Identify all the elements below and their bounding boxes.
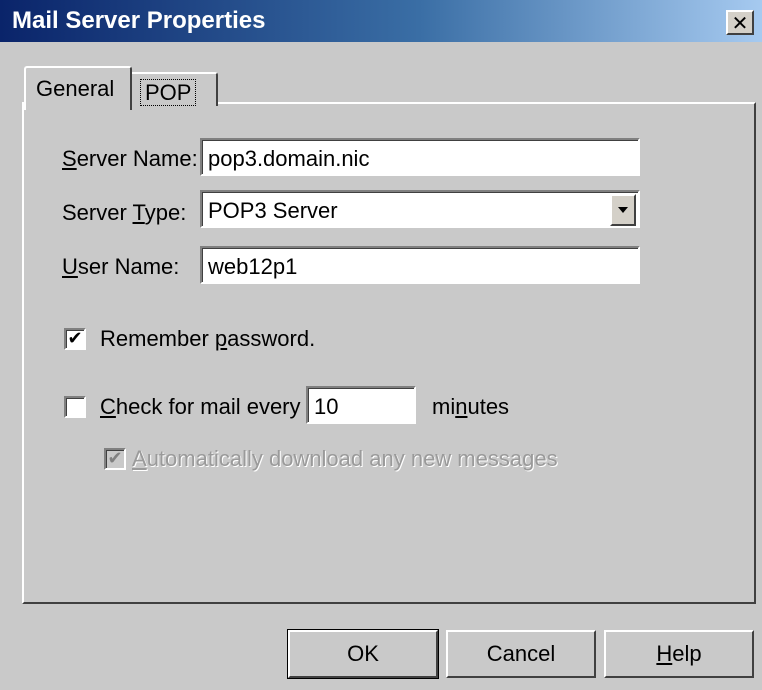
auto-download-checkbox: ✔ [104, 448, 126, 470]
user-name-field[interactable]: web12p1 [200, 246, 640, 284]
server-type-label: Server Type: [62, 200, 187, 225]
check-mail-label[interactable]: Check for mail every [100, 394, 301, 420]
mail-server-properties-dialog: Mail Server Properties ✕ General POP Ser… [0, 0, 762, 690]
minutes-label: minutes [432, 394, 510, 419]
server-name-field[interactable]: pop3.domain.nic [200, 138, 640, 176]
server-type-dropdown-button[interactable] [610, 194, 636, 226]
server-name-label: Server Name: [62, 146, 198, 171]
check-interval-field[interactable]: 10 [306, 386, 416, 424]
tab-pop[interactable]: POP [128, 72, 218, 106]
server-type-select[interactable]: POP3 Server [200, 190, 640, 228]
tab-general[interactable]: General [24, 66, 132, 110]
ok-button[interactable]: OK [287, 629, 439, 679]
tab-general-label: General [36, 76, 115, 101]
tab-pop-label: POP [140, 79, 197, 106]
help-button[interactable]: Help [604, 630, 754, 678]
close-button[interactable]: ✕ [726, 10, 754, 35]
remember-password-checkbox[interactable]: ✔ [64, 328, 86, 350]
chevron-down-icon [618, 207, 628, 213]
check-mail-checkbox[interactable] [64, 396, 86, 418]
cancel-button[interactable]: Cancel [446, 630, 596, 678]
title-bar[interactable]: Mail Server Properties ✕ [0, 0, 762, 42]
user-name-label: User Name: [62, 254, 180, 279]
remember-password-label[interactable]: Remember password. [100, 326, 315, 352]
window-title: Mail Server Properties [12, 7, 266, 34]
auto-download-label: Automatically download any new messages [132, 446, 558, 471]
general-tab-panel [22, 102, 756, 604]
close-icon: ✕ [731, 10, 749, 35]
